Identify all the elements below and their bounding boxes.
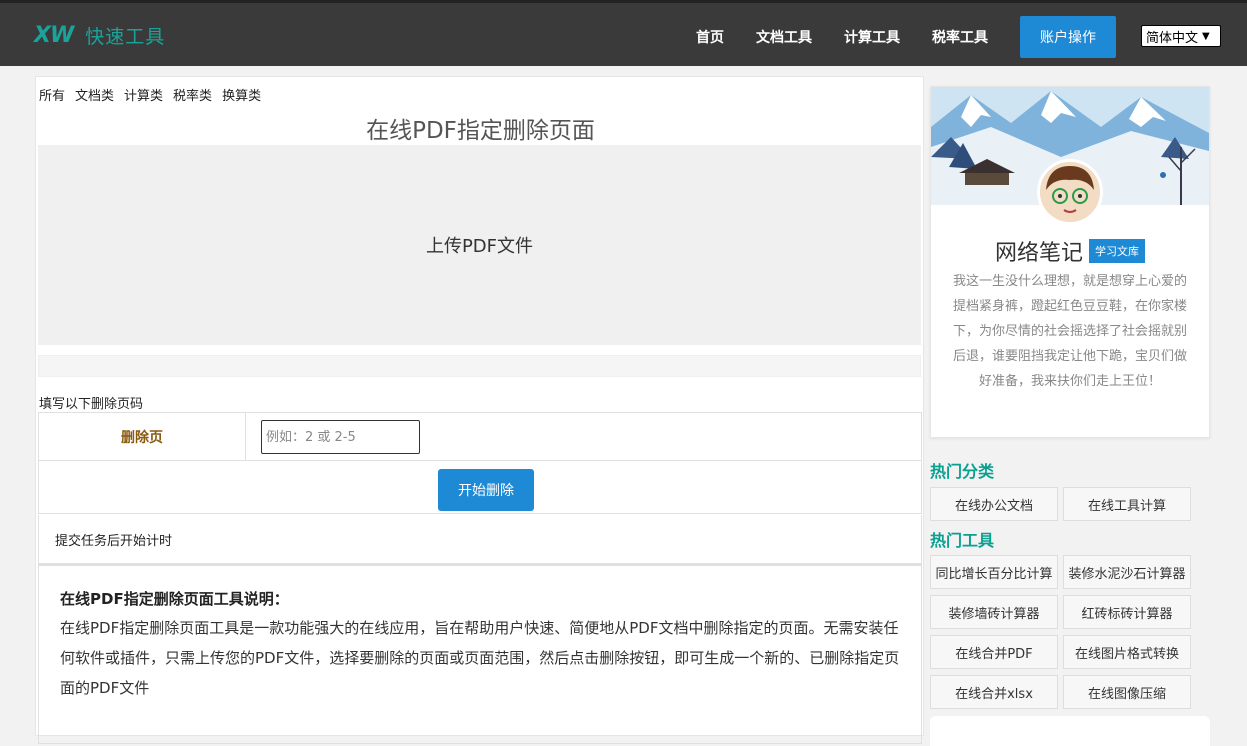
- delete-pages-label: 删除页: [39, 413, 246, 461]
- hot-categories-title: 热门分类: [930, 462, 995, 481]
- fill-instruction: 填写以下删除页码: [39, 397, 144, 412]
- nav-home[interactable]: 首页: [696, 27, 724, 47]
- timer-status: 提交任务后开始计时: [38, 515, 922, 564]
- hot-category-office[interactable]: 在线办公文档: [930, 487, 1058, 521]
- language-value: 简体中文: [1146, 30, 1199, 46]
- description-section: 在线PDF指定删除页面工具说明： 在线PDF指定删除页面工具是一款功能强大的在线…: [38, 564, 922, 744]
- profile-card: 网络笔记 学习文库 我这一生没什么理想，就是想穿上心爱的提档紧身裤，蹬起红色豆豆…: [930, 86, 1210, 438]
- category-all[interactable]: 所有: [39, 85, 65, 104]
- hot-tool-red-brick[interactable]: 红砖标砖计算器: [1063, 595, 1191, 629]
- delete-form: 删除页 开始删除: [38, 412, 922, 514]
- category-calculate[interactable]: 计算类: [124, 85, 163, 104]
- nav-calc-tools[interactable]: 计算工具: [844, 27, 900, 47]
- description-body: 在线PDF指定删除页面工具是一款功能强大的在线应用，旨在帮助用户快速、简便地从P…: [60, 619, 900, 697]
- hot-tool-image-convert[interactable]: 在线图片格式转换: [1063, 635, 1191, 669]
- nav-document-tools[interactable]: 文档工具: [756, 27, 812, 47]
- category-document[interactable]: 文档类: [75, 85, 114, 104]
- hot-tool-yoy-growth[interactable]: 同比增长百分比计算: [930, 555, 1058, 589]
- logo-mark: XW: [34, 23, 74, 48]
- hot-tool-cement-sand[interactable]: 装修水泥沙石计算器: [1063, 555, 1191, 589]
- hot-tool-merge-pdf[interactable]: 在线合并PDF: [930, 635, 1058, 669]
- hot-tool-image-compress[interactable]: 在线图像压缩: [1063, 675, 1191, 709]
- form-row: 删除页: [39, 413, 921, 461]
- category-tabs: 所有 文档类 计算类 税率类 换算类: [39, 85, 271, 104]
- chevron-down-icon: ▼: [1202, 30, 1210, 42]
- account-button[interactable]: 账户操作: [1020, 16, 1116, 58]
- hot-tool-merge-xlsx[interactable]: 在线合并xlsx: [930, 675, 1058, 709]
- study-library-badge[interactable]: 学习文库: [1089, 239, 1145, 263]
- progress-bar: [38, 355, 921, 377]
- start-delete-button[interactable]: 开始删除: [438, 469, 534, 511]
- tool-panel: 所有 文档类 计算类 税率类 换算类 在线PDF指定删除页面 上传PDF文件 填…: [35, 76, 924, 744]
- avatar[interactable]: [1037, 159, 1103, 225]
- logo-text: 快速工具: [85, 26, 166, 48]
- category-convert[interactable]: 换算类: [222, 85, 261, 104]
- description-title: 在线PDF指定删除页面工具说明：: [60, 590, 289, 608]
- delete-pages-input[interactable]: [261, 420, 420, 454]
- profile-bio: 我这一生没什么理想，就是想穿上心爱的提档紧身裤，蹬起红色豆豆鞋，在你家楼下，为你…: [952, 274, 1187, 389]
- language-select[interactable]: 简体中文 ▼: [1141, 25, 1221, 47]
- hot-category-calc[interactable]: 在线工具计算: [1063, 487, 1191, 521]
- avatar-face-icon: [1040, 162, 1100, 222]
- profile-name-row: 网络笔记 学习文库: [931, 235, 1209, 267]
- category-tax[interactable]: 税率类: [173, 85, 212, 104]
- nav-tax-tools[interactable]: 税率工具: [932, 27, 988, 47]
- site-logo[interactable]: XW 快速工具: [34, 22, 165, 49]
- upload-label: 上传PDF文件: [425, 236, 534, 257]
- hot-tool-wall-tile[interactable]: 装修墙砖计算器: [930, 595, 1058, 629]
- profile-name: 网络笔记: [994, 241, 1083, 266]
- top-header: XW 快速工具 首页 文档工具 计算工具 税率工具 账户操作 简体中文 ▼: [0, 0, 1247, 66]
- hot-tools-title: 热门工具: [930, 531, 995, 550]
- page-title: 在线PDF指定删除页面: [366, 118, 595, 144]
- sidebar-next-card: [930, 716, 1210, 746]
- upload-dropzone[interactable]: 上传PDF文件: [38, 145, 921, 345]
